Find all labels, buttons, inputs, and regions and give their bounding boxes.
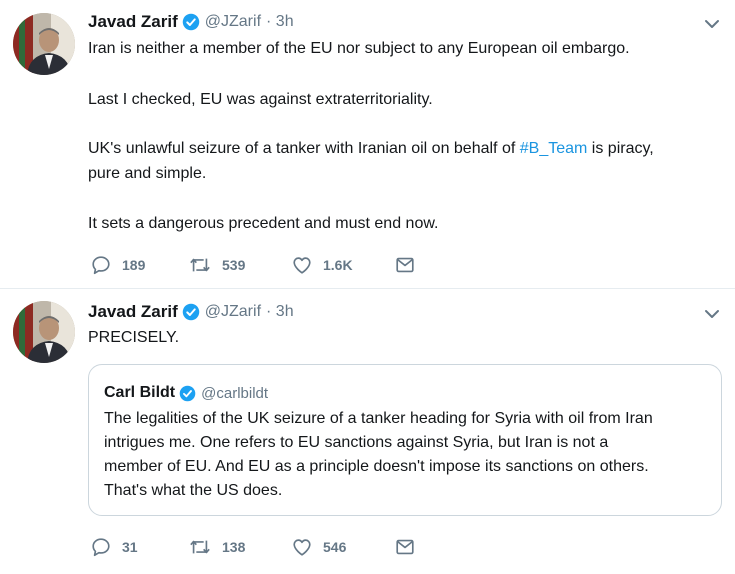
tweet-text: UK's unlawful seizure of a tanker with I… (88, 140, 516, 157)
retweet-count: 539 (222, 257, 246, 273)
like-button[interactable]: 1.6K (291, 253, 353, 277)
tweet[interactable]: Javad Zarif @JZarif · 3h Iran is neither… (0, 0, 735, 289)
tweet-text-line: pure and simple. (88, 165, 207, 182)
chevron-down-icon[interactable] (703, 305, 721, 323)
chevron-down-icon[interactable] (703, 15, 721, 33)
quoted-author-handle: @carlbildt (201, 384, 269, 402)
hashtag-link[interactable]: #B_Team (520, 140, 588, 157)
author-name[interactable]: Javad Zarif (88, 12, 178, 32)
verified-badge-icon (179, 385, 196, 402)
tweet-header: Javad Zarif @JZarif · 3h (88, 301, 294, 323)
quoted-text-line: intrigues me. One refers to EU sanctions… (104, 434, 609, 451)
reply-button[interactable]: 31 (90, 535, 138, 559)
heart-icon (291, 254, 313, 276)
author-handle[interactable]: @JZarif (205, 303, 261, 321)
retweet-button[interactable]: 539 (188, 253, 245, 277)
quoted-author-name: Carl Bildt (104, 384, 176, 401)
quoted-text-line: member of EU. And EU as a principle does… (104, 458, 649, 475)
tweet-text-line: Last I checked, EU was against extraterr… (88, 91, 433, 108)
tweet-text-line: PRECISELY. (88, 329, 180, 346)
like-count: 1.6K (323, 257, 353, 273)
tweet-time[interactable]: · 3h (266, 13, 294, 31)
retweet-icon (188, 254, 212, 276)
avatar[interactable] (13, 13, 75, 75)
envelope-icon (394, 254, 416, 276)
heart-icon (291, 536, 313, 558)
direct-message-button[interactable] (394, 253, 416, 277)
quoted-text-line: The legalities of the UK seizure of a ta… (104, 410, 653, 427)
reply-icon (90, 536, 112, 558)
retweet-button[interactable]: 138 (188, 535, 245, 559)
verified-badge-icon (182, 13, 200, 31)
reply-button[interactable]: 189 (90, 253, 145, 277)
reply-count: 31 (122, 539, 138, 555)
reply-icon (90, 254, 112, 276)
direct-message-button[interactable] (394, 535, 416, 559)
tweet-time[interactable]: · 3h (266, 303, 294, 321)
tweet-header: Javad Zarif @JZarif · 3h (88, 11, 294, 33)
tweet-text-line: It sets a dangerous precedent and must e… (88, 215, 439, 232)
verified-badge-icon (182, 303, 200, 321)
quoted-tweet-header: Carl Bildt @carlbildt (104, 382, 268, 404)
author-name[interactable]: Javad Zarif (88, 302, 178, 322)
tweet-text-line: Iran is neither a member of the EU nor s… (88, 40, 630, 57)
author-handle[interactable]: @JZarif (205, 13, 261, 31)
like-count: 546 (323, 539, 347, 555)
quoted-tweet-text: The legalities of the UK seizure of a ta… (104, 407, 714, 503)
tweet-text-line: UK's unlawful seizure of a tanker with I… (88, 136, 654, 161)
quoted-tweet[interactable]: Carl Bildt @carlbildt The legalities of … (88, 364, 722, 516)
retweet-count: 138 (222, 539, 246, 555)
quoted-text-line: That's what the US does. (104, 482, 283, 499)
like-button[interactable]: 546 (291, 535, 346, 559)
reply-count: 189 (122, 257, 146, 273)
envelope-icon (394, 536, 416, 558)
avatar[interactable] (13, 301, 75, 363)
retweet-icon (188, 536, 212, 558)
tweet[interactable]: Javad Zarif @JZarif · 3h PRECISELY. Carl… (0, 289, 735, 574)
tweet-text: is piracy, (591, 140, 654, 157)
